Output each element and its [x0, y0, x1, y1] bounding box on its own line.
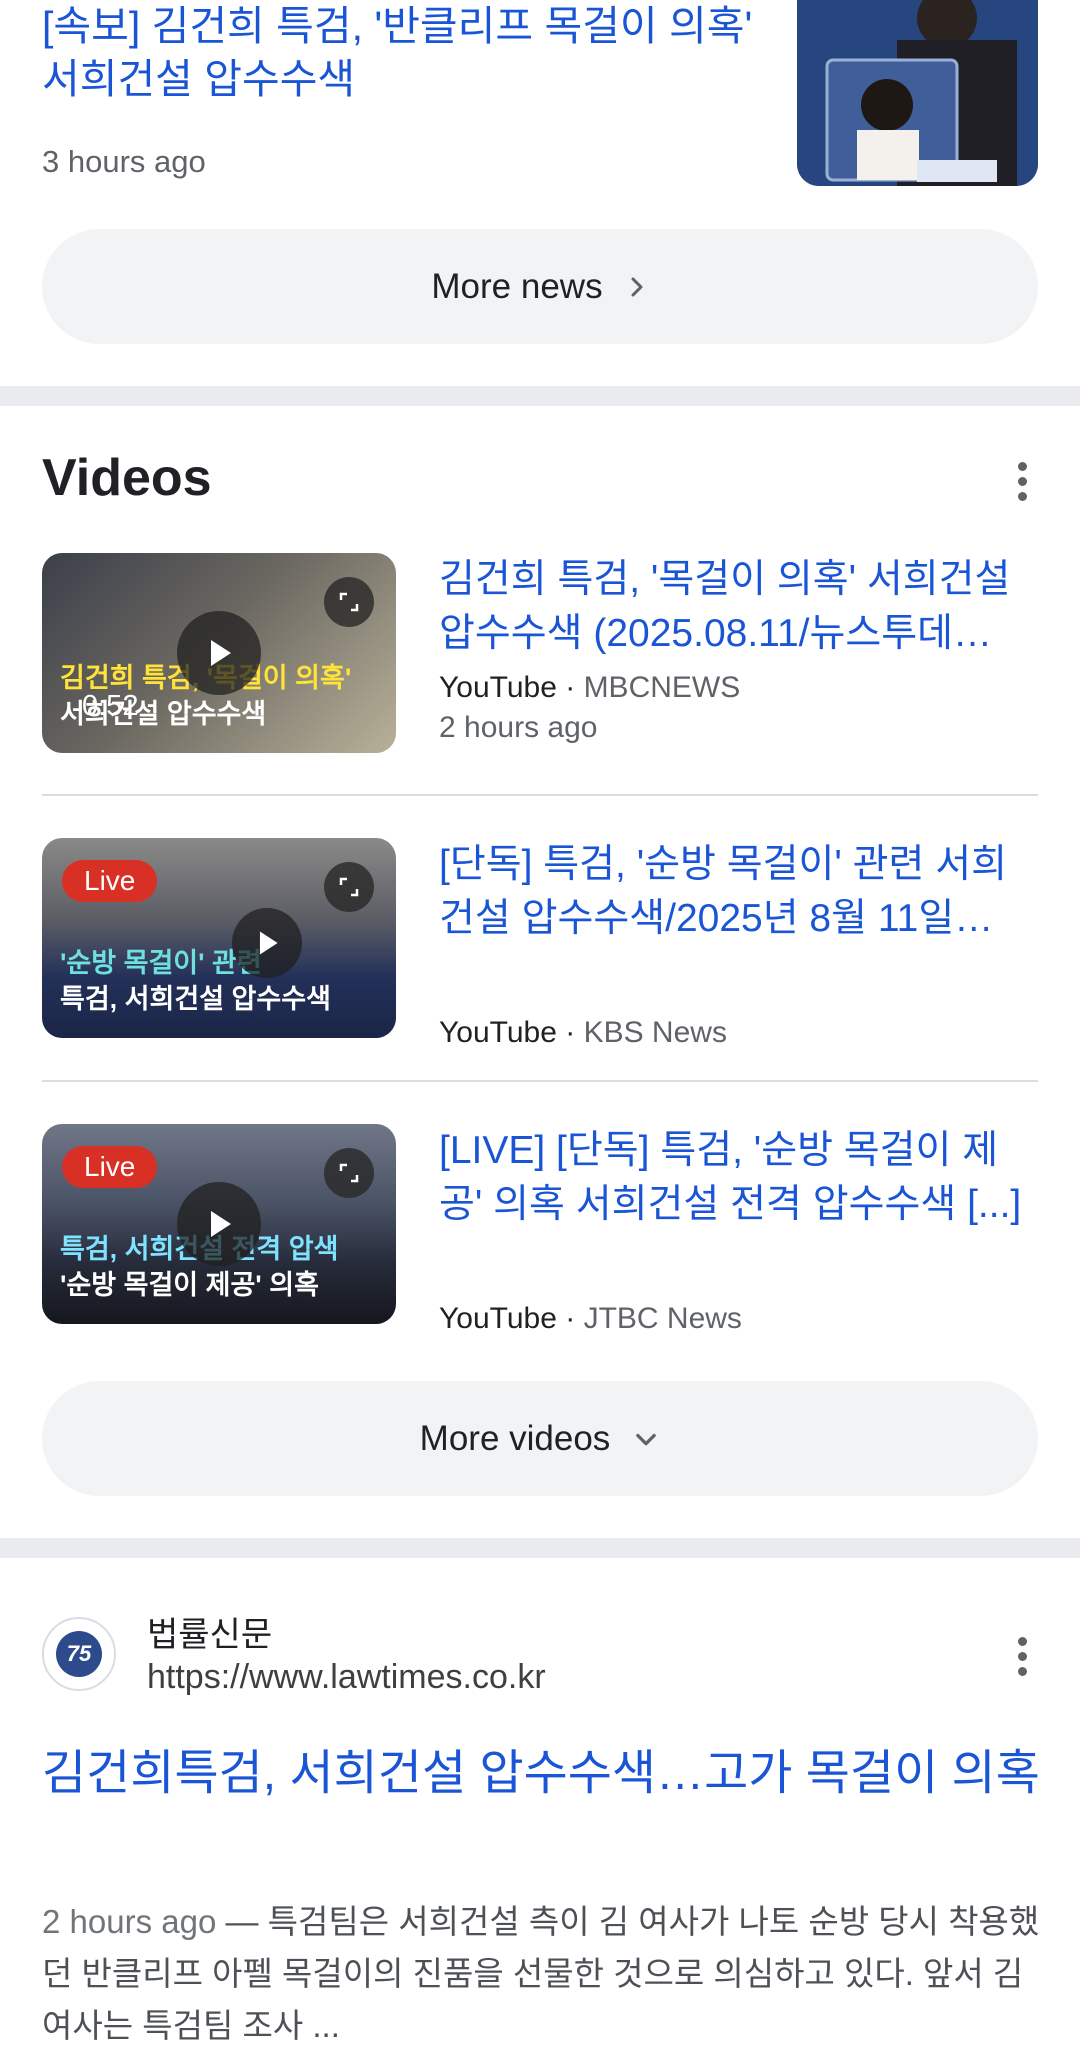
news-thumbnail[interactable] — [797, 0, 1038, 186]
chevron-down-icon — [636, 1433, 657, 1445]
live-badge: Live — [62, 1146, 158, 1188]
news-headline-link[interactable]: [속보] 김건희 특검, '반클리프 목걸이 의혹' 서희건설 압수수색 — [42, 0, 762, 106]
videos-heading: Videos — [42, 449, 212, 507]
fullscreen-button[interactable] — [324, 862, 374, 912]
row-divider — [42, 794, 1038, 796]
video-title-link[interactable]: 김건희 특검, '목걸이 의혹' 서희건설 압수수색 (2025.08.11/뉴… — [439, 553, 1038, 661]
chevron-right-icon — [631, 277, 643, 296]
video-result[interactable]: 김건희 특검, '목걸이 의혹' 서희건설 압수수색 0:52 김건희 특검, … — [42, 553, 1038, 753]
fullscreen-icon — [339, 592, 359, 612]
section-divider — [0, 386, 1080, 406]
section-divider — [0, 1538, 1080, 1558]
video-platform: YouTube — [439, 1302, 557, 1335]
play-button[interactable] — [177, 1182, 261, 1266]
video-result[interactable]: 특검, 서희건설 전격 압색 '순방 목걸이 제공' 의혹 Live [LIVE… — [42, 1124, 1038, 1335]
play-button[interactable] — [177, 611, 261, 695]
site-name[interactable]: 법률신문 — [147, 1607, 272, 1656]
fullscreen-button[interactable] — [324, 577, 374, 627]
video-channel: JTBC News — [583, 1302, 742, 1335]
result-date: 2 hours ago — [42, 1903, 217, 1940]
more-news-button[interactable]: More news — [42, 229, 1038, 344]
thumb-caption: '순방 목걸이 제공' 의혹 — [60, 1270, 319, 1300]
more-vert-icon[interactable] — [1016, 462, 1028, 501]
video-platform: YouTube — [439, 1016, 557, 1049]
video-channel: MBCNEWS — [583, 671, 741, 704]
video-time: 2 hours ago — [439, 711, 598, 744]
video-duration: 0:52 — [82, 690, 139, 722]
video-thumbnail[interactable]: '순방 목걸이' 관련 특검, 서희건설 압수수색 Live — [42, 838, 396, 1038]
video-thumbnail[interactable]: 특검, 서희건설 전격 압색 '순방 목걸이 제공' 의혹 Live — [42, 1124, 396, 1324]
video-title-link[interactable]: [단독] 특검, '순방 목걸이' 관련 서희건설 압수수색/2025년 8월 … — [439, 838, 1038, 946]
fullscreen-icon — [339, 877, 359, 897]
result-title-link[interactable]: 김건희특검, 서희건설 압수수색…고가 목걸이 의혹 — [42, 1740, 1042, 1808]
more-videos-button[interactable]: More videos — [42, 1381, 1038, 1496]
more-vert-icon[interactable] — [1016, 1637, 1028, 1676]
video-thumbnail[interactable]: 김건희 특검, '목걸이 의혹' 서희건설 압수수색 0:52 — [42, 553, 396, 753]
video-title-link[interactable]: [LIVE] [단독] 특검, '순방 목걸이 제공' 의혹 서희건설 전격 압… — [439, 1124, 1038, 1232]
play-icon — [259, 931, 278, 955]
site-url[interactable]: https://www.lawtimes.co.kr — [147, 1658, 546, 1697]
fullscreen-icon — [339, 1163, 359, 1183]
news-timestamp: 3 hours ago — [42, 144, 206, 179]
play-icon — [211, 640, 231, 666]
news-thumbnail-art — [797, 0, 1038, 186]
result-snippet: 2 hours ago — 특검팀은 서희건설 측이 김 여사가 나토 순방 당… — [42, 1896, 1042, 2052]
video-platform: YouTube — [439, 671, 557, 704]
more-news-label: More news — [431, 266, 603, 306]
thumb-caption: 특검, 서희건설 압수수색 — [60, 984, 331, 1014]
live-badge: Live — [62, 860, 158, 902]
video-channel: KBS News — [583, 1016, 727, 1049]
video-source: YouTube · JTBC News — [439, 1302, 742, 1335]
play-icon — [211, 1211, 231, 1237]
video-result[interactable]: '순방 목걸이' 관련 특검, 서희건설 압수수색 Live [단독] 특검, … — [42, 838, 1038, 1049]
favicon-mark: 75 — [56, 1631, 102, 1677]
row-divider — [42, 1080, 1038, 1082]
fullscreen-button[interactable] — [324, 1148, 374, 1198]
video-source: YouTube · MBCNEWS — [439, 671, 741, 704]
play-button[interactable] — [232, 908, 302, 978]
more-videos-label: More videos — [419, 1418, 611, 1458]
video-source: YouTube · KBS News — [439, 1016, 727, 1049]
site-favicon: 75 — [42, 1617, 116, 1691]
